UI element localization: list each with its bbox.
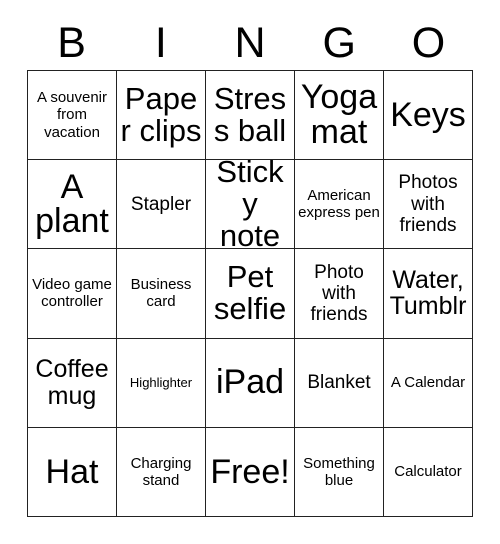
bingo-cell-label: Pet selfie (213, 259, 287, 327)
bingo-cell[interactable]: Coffee mug (28, 338, 117, 428)
bingo-cell-label: A plant (35, 167, 109, 241)
bingo-cell-label: A souvenir from vacation (36, 89, 108, 141)
bingo-cell[interactable]: Yoga mat (295, 71, 384, 161)
bingo-cell[interactable]: A Calendar (384, 338, 473, 428)
bingo-cell[interactable]: Highlighter (117, 338, 206, 428)
bingo-cell[interactable]: Paper clips (117, 71, 206, 161)
bingo-cell-label: Keys (390, 95, 466, 134)
bingo-cell-label: Video game controller (32, 276, 112, 311)
bingo-cell-label: Blanket (307, 372, 371, 394)
bingo-header-letter-o: O (411, 18, 446, 67)
bingo-cell[interactable]: Water, Tumblr (384, 249, 473, 339)
bingo-cell[interactable]: Business card (117, 249, 206, 339)
bingo-cell-label: Charging stand (130, 454, 192, 489)
bingo-cell-label: Coffee mug (35, 355, 109, 410)
bingo-card: B I N G O A souvenir from vacation Paper … (0, 0, 500, 544)
bingo-cell-label: A Calendar (390, 374, 466, 392)
bingo-header-letter-g: G (322, 18, 356, 67)
bingo-cell[interactable]: iPad (206, 338, 295, 428)
bingo-cell-label: Stress ball (213, 80, 287, 149)
bingo-cell[interactable]: Stapler (117, 160, 206, 250)
bingo-cell[interactable]: Keys (384, 71, 473, 161)
bingo-cell[interactable]: A souvenir from vacation (28, 71, 117, 161)
bingo-cell[interactable]: A plant (28, 160, 117, 250)
bingo-cell[interactable]: Blanket (295, 338, 384, 428)
bingo-cell[interactable]: Calculator (384, 427, 473, 517)
bingo-cell-label: Sticky note (216, 160, 284, 250)
bingo-cell-label: Paper clips (120, 80, 202, 149)
bingo-cell-label: Stapler (130, 193, 192, 215)
bingo-cell-label: Something blue (303, 454, 375, 489)
bingo-grid: A souvenir from vacation Paper clips Stres… (27, 70, 473, 517)
bingo-cell[interactable]: Photos with friends (384, 160, 473, 250)
bingo-cell[interactable]: Pet selfie (206, 249, 295, 339)
bingo-cell-label: Free! (210, 452, 290, 491)
bingo-cell[interactable]: Sticky note (206, 160, 295, 250)
bingo-cell[interactable]: Photo with friends (295, 249, 384, 339)
bingo-cell-label: American express pen (298, 187, 380, 222)
bingo-cell[interactable]: Stress ball (206, 71, 295, 161)
bingo-cell[interactable]: Hat (28, 427, 117, 517)
bingo-cell-label: Highlighter (129, 375, 193, 391)
bingo-cell-label: Photos with friends (398, 172, 458, 236)
bingo-cell-label: Business card (130, 276, 192, 311)
bingo-cell[interactable]: American express pen (295, 160, 384, 250)
bingo-cell-label: iPad (215, 363, 285, 402)
bingo-cell[interactable]: Charging stand (117, 427, 206, 517)
bingo-cell[interactable]: Free! (206, 427, 295, 517)
bingo-cell-label: Yoga mat (300, 78, 378, 152)
bingo-cell-label: Water, Tumblr (389, 265, 467, 321)
bingo-cell-label: Hat (45, 452, 99, 491)
bingo-header-letter-n: N (234, 18, 266, 67)
bingo-header-letter-b: B (57, 18, 86, 67)
bingo-cell-label: Calculator (394, 463, 462, 481)
bingo-header-row: B I N G O (27, 16, 473, 70)
bingo-header-letter-i: I (154, 18, 167, 67)
bingo-cell-label: Photo with friends (310, 261, 368, 326)
bingo-cell[interactable]: Something blue (295, 427, 384, 517)
bingo-cell[interactable]: Video game controller (28, 249, 117, 339)
